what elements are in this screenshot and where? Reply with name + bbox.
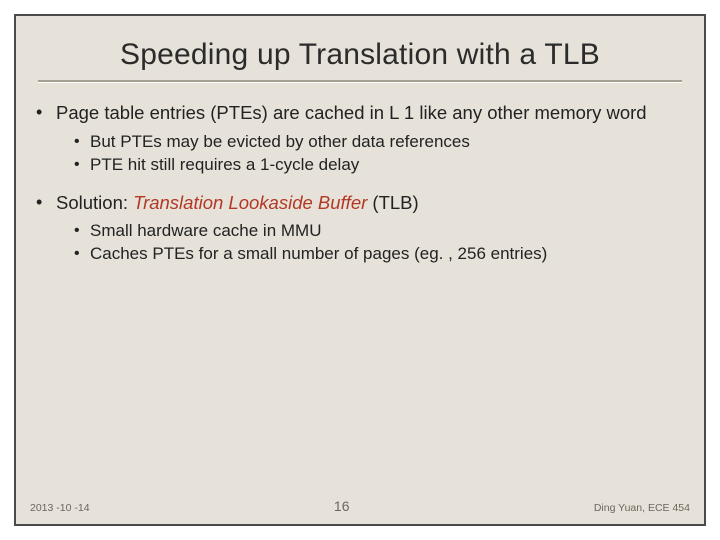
bullet-1-sublist: But PTEs may be evicted by other data re… (56, 131, 678, 177)
bullet-2: Solution: Translation Lookaside Buffer (… (28, 191, 678, 267)
slide-content: Page table entries (PTEs) are cached in … (16, 101, 704, 266)
slide: Speeding up Translation with a TLB Page … (0, 0, 720, 540)
bullet-list: Page table entries (PTEs) are cached in … (28, 101, 678, 266)
bullet-2-sub-2: Caches PTEs for a small number of pages … (56, 243, 678, 266)
footer: 2013 -10 -14 16 Ding Yuan, ECE 454 (16, 498, 704, 514)
bullet-1-sub-1: But PTEs may be evicted by other data re… (56, 131, 678, 154)
bullet-2-sublist: Small hardware cache in MMU Caches PTEs … (56, 220, 678, 266)
slide-inner: Speeding up Translation with a TLB Page … (14, 14, 706, 526)
bullet-1-sub-2: PTE hit still requires a 1-cycle delay (56, 154, 678, 177)
title-underline (38, 80, 682, 83)
bullet-2-suffix: (TLB) (367, 192, 418, 213)
bullet-1-text: Page table entries (PTEs) are cached in … (56, 102, 647, 123)
bullet-2-emphasis: Translation Lookaside Buffer (133, 192, 367, 213)
bullet-2-sub-1: Small hardware cache in MMU (56, 220, 678, 243)
bullet-1: Page table entries (PTEs) are cached in … (28, 101, 678, 177)
footer-page-number: 16 (334, 498, 350, 514)
footer-date: 2013 -10 -14 (30, 502, 90, 514)
bullet-2-prefix: Solution: (56, 192, 133, 213)
footer-author: Ding Yuan, ECE 454 (594, 502, 690, 514)
slide-title: Speeding up Translation with a TLB (16, 16, 704, 80)
